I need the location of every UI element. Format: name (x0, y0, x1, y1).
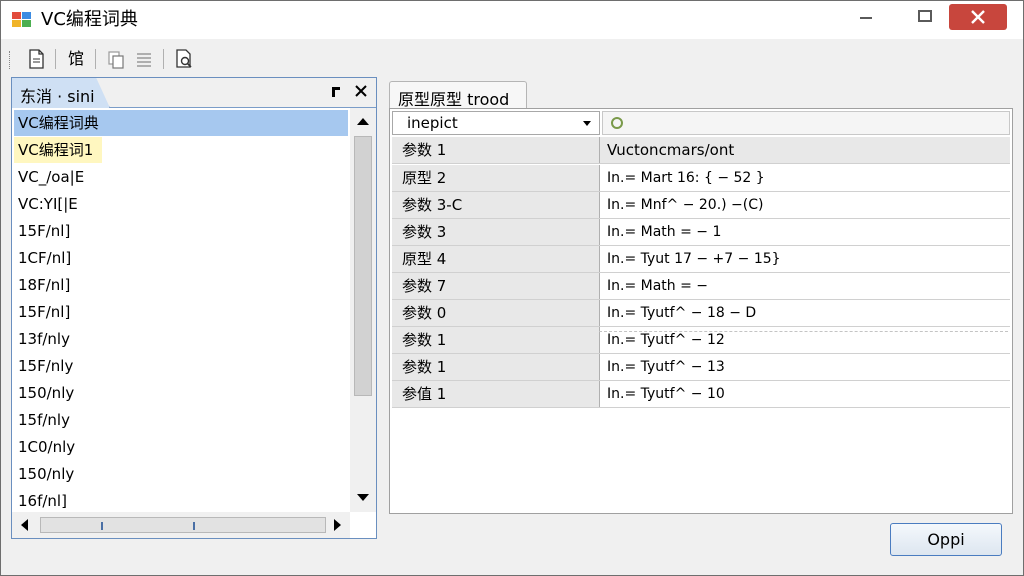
index-pane-tab-label: 东消 · sini (20, 87, 95, 106)
list-item[interactable]: 13f/nly (14, 326, 348, 352)
toolbar-separator (163, 49, 164, 69)
list-item[interactable]: 15F/nl] (14, 218, 348, 244)
window-title: VC编程词典 (41, 9, 138, 30)
list-item[interactable]: 1C0/nly (14, 434, 348, 460)
list-button[interactable] (133, 48, 155, 70)
grid-header-row: 参数 1 Vuctoncmars/ont (392, 137, 1010, 164)
list-item[interactable]: 15f/nly (14, 407, 348, 433)
horizontal-scrollbar[interactable] (12, 512, 350, 538)
toolbar-separator (95, 49, 96, 69)
chevron-down-icon[interactable] (583, 121, 591, 126)
new-document-button[interactable] (25, 48, 47, 70)
property-value[interactable]: In.= Tyutf^ − 18 − D (601, 300, 1010, 326)
property-name: 参值 1 (392, 381, 600, 407)
table-row[interactable]: 参数 3-C In.= Mnf^ − 20.) −(C) (392, 192, 1010, 219)
property-name: 参数 3-C (392, 192, 600, 218)
table-row[interactable]: 参值 1 In.= Tyutf^ − 10 (392, 381, 1010, 408)
list-item[interactable]: 18F/nl] (14, 272, 348, 298)
table-row[interactable]: 参数 3 In.= Math = − 1 (392, 219, 1010, 246)
property-name: 参数 7 (392, 273, 600, 299)
pin-icon[interactable] (330, 86, 342, 98)
maximize-icon (918, 10, 932, 22)
close-button[interactable] (949, 4, 1007, 30)
property-name: 参数 3 (392, 219, 600, 245)
list-item[interactable]: VC编程词典 (14, 110, 348, 136)
property-value[interactable]: In.= Math = − (601, 273, 1010, 299)
property-name: 参数 0 (392, 300, 600, 326)
app-icon (12, 12, 31, 27)
category-dropdown-value: inepict (407, 114, 458, 132)
scroll-grip (101, 522, 103, 530)
header-value-cell: Vuctoncmars/ont (607, 141, 735, 159)
list-item[interactable]: 15F/nl] (14, 299, 348, 325)
list-item[interactable]: 150/nly (14, 461, 348, 487)
toolbar-grip[interactable] (9, 51, 12, 69)
scroll-left-icon[interactable] (21, 519, 28, 531)
list-item[interactable]: 16f/nl] (14, 488, 348, 512)
index-pane-header: 东消 · sini (12, 78, 376, 108)
minimize-button[interactable] (843, 1, 891, 33)
property-value[interactable]: In.= Tyutf^ − 10 (601, 381, 1010, 407)
scroll-down-icon[interactable] (357, 494, 369, 501)
property-value[interactable]: In.= Mnf^ − 20.) −(C) (601, 192, 1010, 218)
grid-divider (599, 331, 1008, 332)
filter-field[interactable] (602, 111, 1010, 135)
list-item[interactable]: 15F/nly (14, 353, 348, 379)
ok-button[interactable]: Oppi (890, 523, 1002, 556)
property-name: 参数 1 (392, 327, 600, 353)
horizontal-scroll-thumb[interactable] (40, 517, 326, 533)
index-pane: 东消 · sini VC编程词典 VC编程词1 VC_/oa|E VC:YI[|… (11, 77, 377, 539)
table-row[interactable]: 参数 7 In.= Math = − (392, 273, 1010, 300)
close-icon (971, 10, 985, 24)
list-item[interactable]: VC编程词1 (14, 137, 102, 163)
list-item[interactable]: 150/nly (14, 380, 348, 406)
property-value[interactable]: In.= Tyut 17 − +7 − 15} (601, 246, 1010, 272)
search-document-icon (176, 49, 192, 68)
toolbar: 馆 (1, 39, 1023, 77)
minimize-icon (860, 17, 872, 19)
maximize-button[interactable] (900, 1, 948, 33)
property-value[interactable]: In.= Tyutf^ − 13 (601, 354, 1010, 380)
copy-icon (108, 51, 124, 69)
list-item[interactable]: VC_/oa|E (14, 164, 348, 190)
property-name: 参数 1 (392, 354, 600, 380)
properties-tab-label: 原型原型 trood (398, 90, 510, 109)
property-value[interactable]: In.= Mart 16: { − 52 } (601, 165, 1010, 191)
table-row[interactable]: 原型 4 In.= Tyut 17 − +7 − 15} (392, 246, 1010, 273)
copy-button[interactable] (105, 48, 127, 70)
properties-tab[interactable]: 原型原型 trood (389, 81, 527, 109)
scroll-right-icon[interactable] (334, 519, 341, 531)
title-bar[interactable]: VC编程词典 (1, 1, 1023, 39)
list-item[interactable]: 1CF/nl] (14, 245, 348, 271)
index-icon: 馆 (67, 49, 84, 68)
entry-list[interactable]: VC编程词典 VC编程词1 VC_/oa|E VC:YI[|E 15F/nl] … (12, 108, 350, 512)
property-name: 原型 2 (392, 165, 600, 191)
property-value[interactable]: In.= Math = − 1 (601, 219, 1010, 245)
toolbar-separator (55, 49, 56, 69)
scroll-up-icon[interactable] (357, 118, 369, 125)
table-row[interactable]: 原型 2 In.= Mart 16: { − 52 } (392, 165, 1010, 192)
grid-toolbar: inepict (392, 111, 1010, 137)
app-window: VC编程词典 馆 东消 · sini VC编程词典 VC编程词1 VC_/oa|… (0, 0, 1024, 576)
category-dropdown[interactable]: inepict (392, 111, 600, 135)
table-row[interactable]: 参数 1 In.= Tyutf^ − 13 (392, 354, 1010, 381)
refresh-icon[interactable] (611, 117, 623, 129)
index-pane-tab[interactable]: 东消 · sini (12, 78, 110, 108)
new-document-icon (29, 49, 44, 69)
list-icon (137, 53, 151, 67)
scroll-grip (193, 522, 195, 530)
properties-grid: inepict 参数 1 Vuctoncmars/ont 原型 2 In.= M… (389, 108, 1013, 514)
table-row[interactable]: 参数 0 In.= Tyutf^ − 18 − D (392, 300, 1010, 327)
search-document-button[interactable] (173, 48, 195, 70)
vertical-scroll-thumb[interactable] (354, 136, 372, 396)
header-name-cell: 参数 1 (392, 137, 600, 163)
index-button[interactable]: 馆 (65, 48, 87, 70)
property-name: 原型 4 (392, 246, 600, 272)
vertical-scrollbar[interactable] (350, 108, 376, 512)
list-item[interactable]: VC:YI[|E (14, 191, 348, 217)
pane-close-icon[interactable] (354, 84, 368, 98)
